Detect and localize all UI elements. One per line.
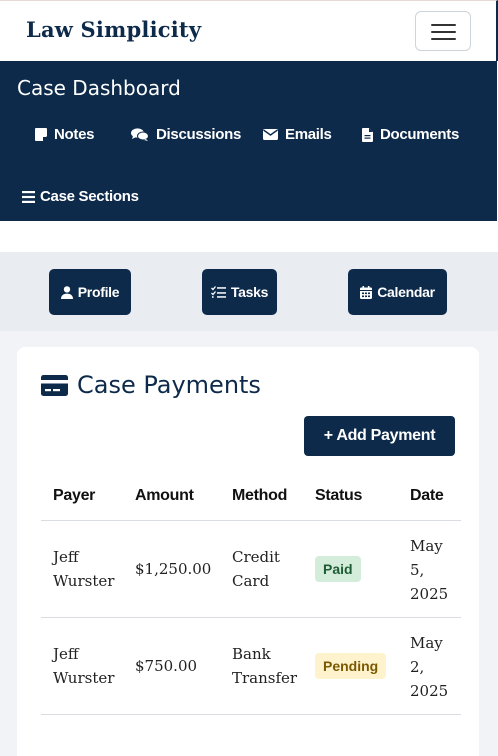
- note-icon: [35, 128, 47, 141]
- amount-cell: $1,250.00: [135, 560, 212, 578]
- comments-icon: [131, 128, 149, 141]
- column-header-method: Method: [232, 487, 288, 504]
- nav-discussions[interactable]: Discussions: [131, 126, 241, 143]
- user-icon: [60, 285, 73, 299]
- add-payment-button[interactable]: + Add Payment: [304, 416, 455, 456]
- table-divider: [41, 617, 461, 618]
- amount-cell: $750.00: [135, 657, 198, 675]
- hamburger-icon-line: [431, 24, 456, 26]
- nav-documents[interactable]: Documents: [362, 126, 459, 143]
- calendar-icon: [360, 285, 373, 299]
- tasks-button-label: Tasks: [230, 284, 269, 300]
- status-badge-pending: Pending: [315, 653, 387, 679]
- menu-toggle-button[interactable]: [415, 11, 471, 51]
- hamburger-icon-line: [431, 38, 456, 40]
- profile-button[interactable]: Profile: [49, 269, 131, 315]
- nav-case-sections[interactable]: Case Sections: [22, 188, 139, 205]
- date-cell: May 2, 2025: [410, 634, 449, 700]
- card-header: Case Payments: [41, 371, 261, 399]
- dashboard-title: Case Dashboard: [17, 76, 181, 100]
- nav-case-sections-label: Case Sections: [40, 188, 139, 205]
- tasks-button[interactable]: Tasks: [202, 269, 277, 315]
- column-header-payer: Payer: [53, 487, 96, 504]
- brand-logo[interactable]: Law Simplicity: [26, 17, 201, 42]
- nav-notes-label: Notes: [54, 126, 95, 143]
- nav-emails[interactable]: Emails: [263, 126, 332, 143]
- quick-actions-band: Profile Tasks Calendar: [0, 252, 498, 331]
- method-cell: Bank Transfer: [232, 645, 298, 687]
- column-header-date: Date: [410, 487, 444, 504]
- table-divider: [41, 520, 461, 521]
- date-cell: May 5, 2025: [410, 537, 449, 603]
- calendar-button-label: Calendar: [377, 284, 435, 300]
- table-divider: [41, 714, 461, 715]
- nav-documents-label: Documents: [380, 126, 459, 143]
- envelope-icon: [263, 129, 278, 140]
- payer-cell: Jeff Wurster: [53, 548, 115, 590]
- calendar-button[interactable]: Calendar: [348, 269, 447, 315]
- nav-emails-label: Emails: [285, 126, 332, 143]
- profile-button-label: Profile: [77, 284, 120, 300]
- top-navbar: Law Simplicity: [0, 0, 498, 61]
- nav-discussions-label: Discussions: [156, 126, 242, 143]
- case-payments-card: Case Payments + Add Payment Payer Amount…: [17, 347, 479, 756]
- payer-cell: Jeff Wurster: [53, 645, 115, 687]
- card-title: Case Payments: [77, 371, 261, 399]
- column-header-amount: Amount: [135, 487, 194, 504]
- bars-icon: [22, 190, 35, 203]
- file-icon: [362, 127, 373, 142]
- case-dashboard-panel: Case Dashboard Notes Discussions Emails …: [0, 61, 497, 221]
- nav-notes[interactable]: Notes: [35, 126, 94, 143]
- tasks-icon: [210, 286, 226, 298]
- method-cell: Credit Card: [232, 548, 280, 590]
- status-badge-paid: Paid: [315, 556, 361, 582]
- column-header-status: Status: [315, 487, 363, 504]
- credit-card-icon: [41, 374, 68, 396]
- hamburger-icon-line: [431, 31, 456, 33]
